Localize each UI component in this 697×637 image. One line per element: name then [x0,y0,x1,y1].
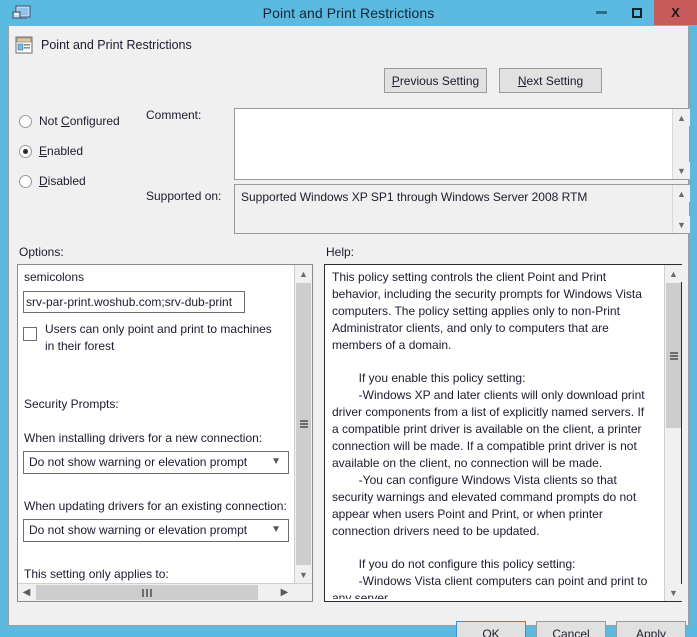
scroll-grip-icon [300,420,308,428]
radio-disabled-mark [19,174,32,188]
supported-on-label: Supported on: [146,189,222,203]
radio-enabled-label: Enabled [39,144,84,158]
help-scroll-up-icon[interactable]: ▲ [665,265,682,282]
radio-not-configured-mark [19,114,32,128]
comment-label: Comment: [146,108,202,122]
chevron-down-icon: ▼ [271,524,281,535]
help-label: Help: [326,245,355,259]
comment-scroll-up-icon[interactable]: ▲ [673,109,690,126]
scroll-grip-icon [142,588,152,597]
options-content: semicolons Users can only point and prin… [18,265,295,583]
maximize-button[interactable] [619,0,654,25]
previous-setting-label-rest: revious Setting [399,73,480,88]
supported-on-scrollbar[interactable]: ▲ ▼ [672,185,690,233]
chevron-down-icon: ▼ [271,456,281,467]
apply-label-rest: pply [644,626,667,637]
radio-enabled[interactable]: Enabled [19,136,120,166]
update-drivers-dropdown[interactable]: Do not show warning or elevation prompt … [23,519,289,542]
update-drivers-label: When updating drivers for an existing co… [24,499,287,513]
install-drivers-label: When installing drivers for a new connec… [24,431,263,445]
options-scroll-thumb[interactable] [296,283,311,565]
options-label: Options: [19,245,64,259]
radio-not-configured-label: Not Configured [39,114,120,128]
help-vertical-scrollbar[interactable]: ▲ ▼ [664,265,682,601]
dialog-client-area: Point and Print Restrictions Previous Se… [8,26,690,637]
help-panel: This policy setting controls the client … [324,264,682,602]
semicolons-text: semicolons [24,270,85,284]
previous-setting-accel: P [391,73,400,88]
forest-checkbox[interactable] [23,327,37,341]
radio-not-configured[interactable]: Not Configured [19,106,120,136]
update-drivers-value: Do not show warning or elevation prompt [29,523,248,537]
radio-disabled-label: Disabled [39,174,86,188]
server-list-input[interactable] [23,291,245,313]
policy-name-label: Point and Print Restrictions [41,38,192,52]
help-scroll-down-icon[interactable]: ▼ [665,584,682,601]
comment-scrollbar[interactable]: ▲ ▼ [672,109,690,179]
options-scroll-up-icon[interactable]: ▲ [295,265,312,282]
forest-checkbox-row[interactable]: Users can only point and print to machin… [23,321,283,355]
close-button[interactable]: X [654,0,697,25]
previous-setting-button[interactable]: Previous Setting [384,68,487,93]
options-scroll-down-icon[interactable]: ▼ [295,566,312,583]
radio-disabled[interactable]: Disabled [19,166,120,196]
help-text: This policy setting controls the client … [332,270,648,599]
ok-button[interactable]: OK [456,621,526,637]
supported-on-textarea: Supported Windows XP SP1 through Windows… [234,184,690,234]
supported-on-value: Supported Windows XP SP1 through Windows… [241,190,588,204]
maximize-icon [631,7,642,18]
comment-scroll-down-icon[interactable]: ▼ [673,162,690,179]
minimize-icon [596,11,607,14]
next-setting-button[interactable]: Next Setting [499,68,602,93]
options-panel: semicolons Users can only point and prin… [17,264,313,602]
point-and-print-restrictions-dialog: Point and Print Restrictions X Point and… [0,0,697,637]
title-bar[interactable]: Point and Print Restrictions X [0,0,697,26]
supported-scroll-down-icon[interactable]: ▼ [673,216,690,233]
window-controls: X [584,0,697,26]
options-scroll-right-icon[interactable]: ▶ [276,584,293,601]
help-scroll-thumb[interactable] [666,283,681,428]
apply-button[interactable]: Apply [616,621,686,637]
options-hscroll-thumb[interactable] [36,585,258,600]
options-vertical-scrollbar[interactable]: ▲ ▼ [294,265,312,583]
radio-enabled-mark [19,144,32,158]
apply-accel: A [635,626,644,637]
options-horizontal-scrollbar[interactable]: ◀ ▶ [18,583,312,601]
options-scroll-left-icon[interactable]: ◀ [18,584,35,601]
policy-state-radio-group: Not Configured Enabled Disabled [19,106,120,196]
scroll-grip-icon [670,351,678,360]
minimize-button[interactable] [584,0,619,25]
policy-header: Point and Print Restrictions [15,36,192,54]
install-drivers-dropdown[interactable]: Do not show warning or elevation prompt … [23,451,289,474]
applies-to-label: This setting only applies to: [24,567,169,581]
policy-setting-icon [15,36,33,54]
forest-checkbox-label: Users can only point and print to machin… [45,322,272,353]
supported-scroll-up-icon[interactable]: ▲ [673,185,690,202]
next-setting-label-rest: ext Setting [526,73,584,88]
cancel-button[interactable]: Cancel [536,621,606,637]
security-prompts-heading: Security Prompts: [24,397,119,411]
install-drivers-value: Do not show warning or elevation prompt [29,455,248,469]
comment-textarea[interactable]: ▲ ▼ [234,108,690,180]
